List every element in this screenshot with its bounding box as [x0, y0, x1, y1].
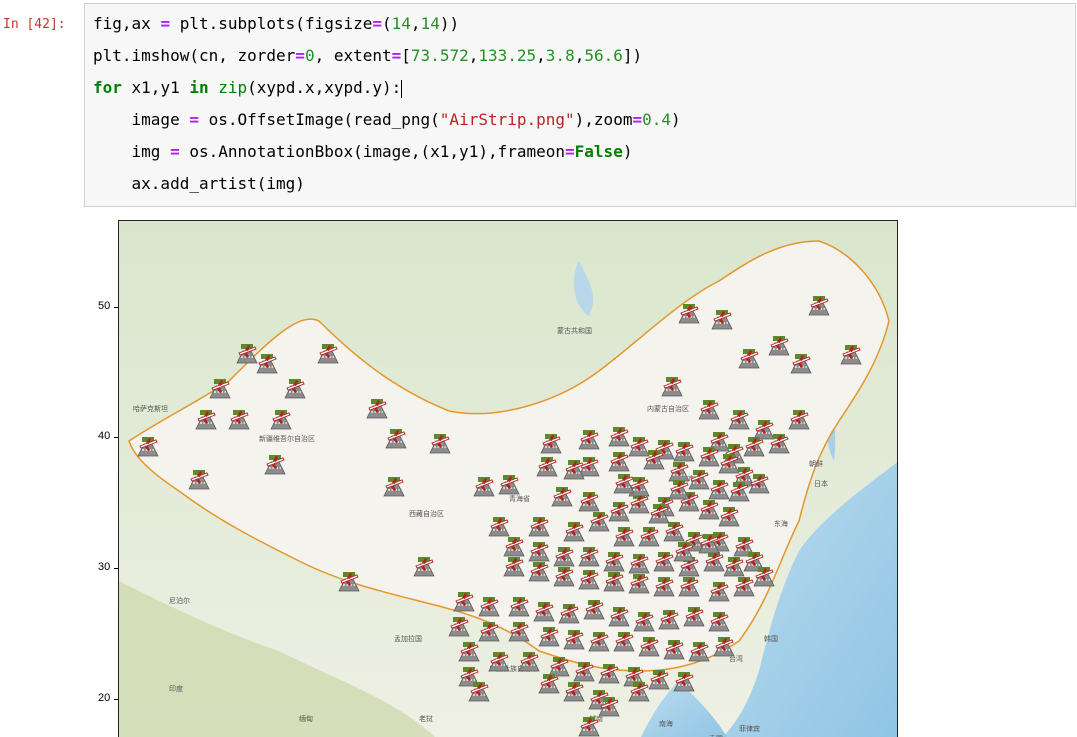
code-token: ) [671, 110, 681, 129]
code-token: 133.25 [478, 46, 537, 65]
y-tick-label: 20 [98, 692, 111, 704]
code-token: os.AnnotationBbox(image,(x1,y1),frameon [179, 142, 566, 161]
y-tick-label: 40 [98, 430, 111, 442]
text-cursor [401, 79, 403, 98]
code-cell[interactable]: fig,ax = plt.subplots(figsize=(14,14)) pl… [84, 3, 1076, 207]
map-plot-area: 蒙古共和国哈萨克斯坦新疆维吾尔自治区 内蒙古自治区西藏自治区 青海省尼泊尔印度 孟加拉… [118, 220, 898, 737]
map-place-label: 青海省 [509, 494, 530, 503]
code-token: fig,ax [93, 14, 161, 33]
code-token: , [536, 46, 546, 65]
code-line: fig,ax = plt.subplots(figsize=(14,14)) [93, 14, 459, 33]
china-map: 蒙古共和国哈萨克斯坦新疆维吾尔自治区 内蒙古自治区西藏自治区 青海省尼泊尔印度 孟加拉… [119, 221, 897, 737]
code-token: ax.add_artist(img) [93, 174, 305, 193]
map-place-label: 尼泊尔 [169, 596, 190, 605]
code-token: 14 [391, 14, 411, 33]
code-token: ),zoom [574, 110, 633, 129]
map-place-label: 新疆维吾尔自治区 [259, 434, 315, 443]
cell-prompt: In [42]: [3, 17, 66, 32]
code-token: 56.6 [584, 46, 623, 65]
output-figure: 50 40 30 20 蒙古共和国哈萨克斯坦新疆维吾尔自治区 内蒙古自治区西藏自治区 青海… [0, 210, 1077, 737]
code-token: = [295, 46, 305, 65]
map-place-label: 哈萨克斯坦 [133, 404, 168, 413]
code-token: , [468, 46, 479, 65]
map-place-label: 朝鲜 [809, 459, 823, 468]
code-token: ]) [622, 46, 643, 65]
map-place-label: 菲律宾 [739, 724, 760, 733]
code-token: = [632, 110, 643, 129]
code-token: (xypd.x,xypd.y): [247, 78, 402, 97]
map-place-label: 孟加拉国 [394, 634, 422, 643]
code-token: , [410, 14, 421, 33]
code-token: ( [382, 14, 392, 33]
code-token: [ [401, 46, 411, 65]
code-line: ax.add_artist(img) [93, 174, 305, 193]
map-place-label: 蒙古共和国 [557, 326, 592, 335]
y-tick-label: 30 [98, 561, 111, 573]
code-token: )) [439, 14, 460, 33]
code-line: image = os.OffsetImage(read_png("AirStri… [93, 110, 681, 129]
code-token: 0 [304, 46, 315, 65]
code-token: zip [218, 78, 248, 97]
code-token: = [565, 142, 575, 161]
code-token: plt.subplots(figsize [170, 14, 373, 33]
map-place-label: 韩国 [764, 634, 778, 643]
map-place-label: 西藏自治区 [409, 509, 444, 518]
code-token: for [93, 78, 122, 97]
code-token: 14 [420, 14, 440, 33]
code-token: = [372, 14, 383, 33]
code-token: 3.8 [545, 46, 575, 65]
code-token: 73.572 [410, 46, 469, 65]
code-token: x1,y1 [121, 78, 190, 97]
code-token: = [160, 14, 171, 33]
code-token: = [391, 46, 402, 65]
code-token: "AirStrip.png" [439, 110, 575, 129]
code-token: = [170, 142, 180, 161]
code-token: plt.imshow(cn, zorder [93, 46, 296, 65]
code-line: plt.imshow(cn, zorder=0, extent=[73.572,… [93, 46, 642, 65]
map-place-label: 印度 [169, 684, 183, 693]
code-token: , extent [314, 46, 392, 65]
code-token: False [574, 142, 623, 161]
map-place-label: 老挝 [419, 714, 433, 723]
y-tick-label: 50 [98, 300, 111, 312]
code-line: img = os.AnnotationBbox(image,(x1,y1),fr… [93, 142, 633, 161]
map-place-label: 南海 [659, 719, 673, 728]
map-place-label: 缅甸 [299, 714, 313, 723]
map-place-label: 东海 [774, 519, 788, 528]
map-place-label: 内蒙古自治区 [647, 404, 689, 413]
code-token: 0.4 [642, 110, 671, 129]
code-token: , [574, 46, 585, 65]
code-token: = [189, 110, 199, 129]
code-token: img [93, 142, 171, 161]
code-token: in [189, 78, 209, 97]
code-line: for x1,y1 in zip(xypd.x,xypd.y): [93, 78, 403, 98]
code-token: image [93, 110, 190, 129]
code-token: ) [622, 142, 633, 161]
map-place-label: 日本 [814, 479, 828, 488]
code-token: os.OffsetImage(read_png( [198, 110, 440, 129]
